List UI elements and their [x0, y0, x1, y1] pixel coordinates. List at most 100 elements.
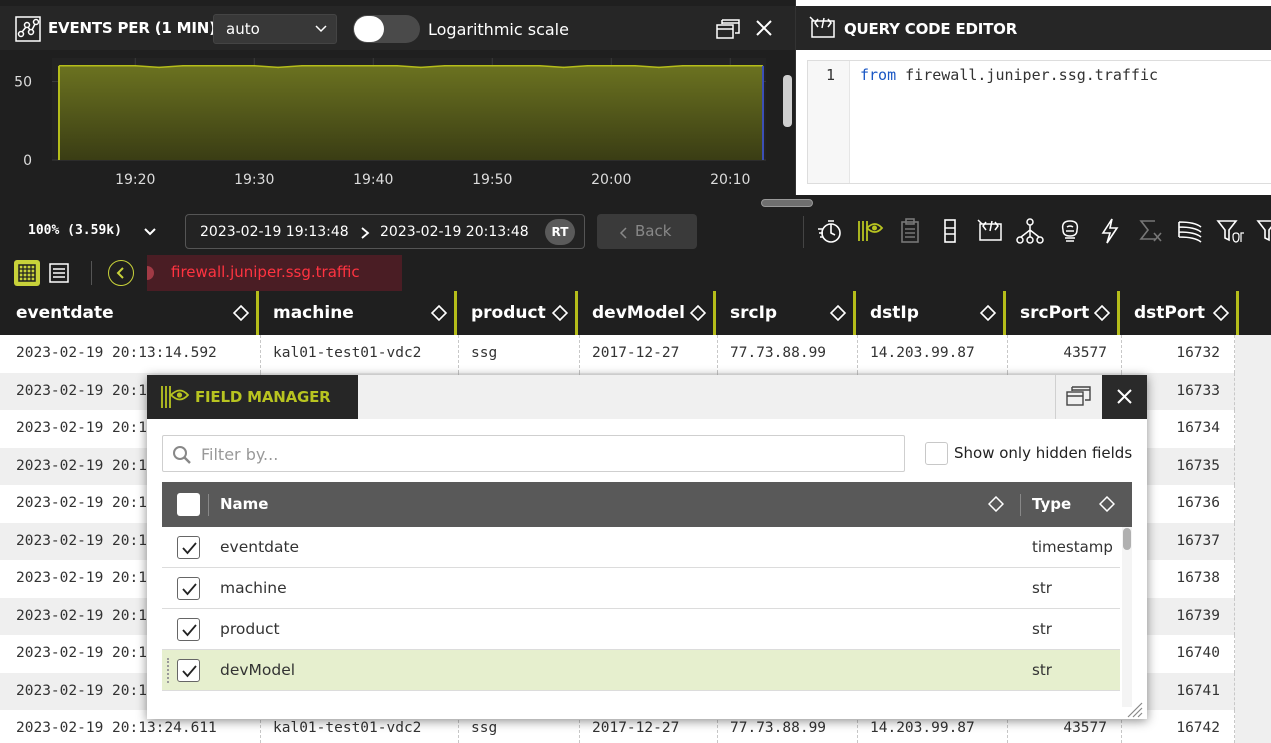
- brain-icon[interactable]: [1055, 216, 1085, 246]
- cell-dstport[interactable]: 16732: [1122, 335, 1235, 373]
- close-button[interactable]: [1102, 375, 1147, 419]
- sort-icon[interactable]: [430, 304, 448, 327]
- drag-handle-icon[interactable]: [167, 658, 171, 683]
- clipboard-icon[interactable]: [895, 216, 925, 246]
- panel-splitter[interactable]: [0, 195, 1271, 209]
- sort-icon[interactable]: [232, 304, 250, 327]
- field-checkbox[interactable]: [177, 577, 200, 600]
- field-checkbox[interactable]: [177, 659, 200, 682]
- splitter-grip[interactable]: [761, 199, 813, 207]
- code-line[interactable]: from firewall.juniper.ssg.traffic: [860, 66, 1158, 84]
- sort-icon[interactable]: [1093, 304, 1111, 327]
- filter-icon[interactable]: [1255, 216, 1271, 246]
- cell-srcip[interactable]: 77.73.88.99: [718, 335, 858, 373]
- field-row[interactable]: machine str: [162, 568, 1120, 609]
- chart-title: EVENTS PER (1 MIN): [48, 19, 216, 37]
- field-row[interactable]: product str: [162, 609, 1120, 650]
- realtime-button[interactable]: RT: [545, 219, 575, 245]
- field-row[interactable]: eventdate timestamp: [162, 527, 1120, 568]
- dialog-titlebar[interactable]: FIELD MANAGER: [147, 375, 1147, 419]
- column-header-devmodel[interactable]: devModel: [580, 291, 716, 335]
- field-manager-icon[interactable]: [855, 216, 885, 246]
- table-row[interactable]: 2023-02-19 20:13:14.592 kal01-test01-vdc2…: [0, 335, 1235, 373]
- type-column-header[interactable]: Type: [1032, 495, 1071, 513]
- sort-icon[interactable]: [829, 304, 847, 327]
- lightning-icon[interactable]: [1095, 216, 1125, 246]
- toolbar: 100% (3.59k) 2023-02-19 19:13:48 2023-02…: [0, 209, 1271, 255]
- field-checkbox[interactable]: [177, 536, 200, 559]
- sort-icon[interactable]: [1098, 495, 1116, 516]
- date-to[interactable]: 2023-02-19 20:13:48: [380, 224, 529, 240]
- field-row[interactable]: [162, 691, 1120, 707]
- column-header-dstip[interactable]: dstIp: [858, 291, 1006, 335]
- back-label: Back: [635, 222, 672, 240]
- events-chart-panel: EVENTS PER (1 MIN) auto Logarithmic scal…: [0, 0, 795, 195]
- sum-icon[interactable]: [1135, 216, 1165, 246]
- x-tick-label: 19:20: [115, 172, 155, 188]
- header-divider: [1020, 494, 1021, 516]
- sort-icon[interactable]: [987, 495, 1005, 516]
- filter-input[interactable]: [201, 441, 891, 467]
- window-icon[interactable]: [716, 18, 740, 44]
- checkmark-icon: [182, 665, 197, 678]
- query-tab[interactable]: firewall.juniper.ssg.traffic: [147, 255, 402, 291]
- grid-header: eventdate machine product devModel srcIp…: [0, 291, 1271, 335]
- show-hidden-checkbox[interactable]: [925, 442, 948, 465]
- cell-eventdate[interactable]: 2023-02-19 20:13:14.592: [0, 335, 261, 373]
- fields-list: eventdate timestamp machine str product str de…: [162, 527, 1120, 707]
- data-point: [634, 65, 636, 67]
- filter-or-icon[interactable]: [1215, 216, 1245, 246]
- date-from[interactable]: 2023-02-19 19:13:48: [200, 224, 349, 240]
- interval-select[interactable]: auto: [213, 14, 337, 44]
- cell-dstip[interactable]: 14.203.99.87: [858, 335, 1008, 373]
- tab-close-handle[interactable]: [147, 266, 154, 280]
- grid-view-button[interactable]: [14, 260, 40, 286]
- field-checkbox[interactable]: [177, 618, 200, 641]
- column-header-dstport[interactable]: dstPort: [1122, 291, 1239, 335]
- date-range-picker[interactable]: 2023-02-19 19:13:48 2023-02-19 20:13:48 …: [185, 214, 585, 249]
- code-editor[interactable]: 1 from firewall.juniper.ssg.traffic: [807, 60, 1271, 184]
- code-icon[interactable]: [975, 216, 1005, 246]
- show-hidden-label[interactable]: Show only hidden fields: [954, 444, 1132, 462]
- column-header-eventdate[interactable]: eventdate: [4, 291, 259, 335]
- zoom-selector[interactable]: 100% (3.59k): [28, 223, 122, 238]
- log-scale-toggle[interactable]: [353, 15, 420, 43]
- sort-icon[interactable]: [979, 304, 997, 327]
- timer-icon[interactable]: [815, 216, 845, 246]
- chevron-down-icon[interactable]: [143, 224, 157, 243]
- select-all-checkbox[interactable]: [177, 493, 200, 516]
- column-icon[interactable]: [935, 216, 965, 246]
- filter-input-wrapper[interactable]: [162, 435, 905, 472]
- resize-handle-icon[interactable]: [1122, 697, 1144, 723]
- data-point: [753, 65, 755, 67]
- back-button[interactable]: Back: [597, 214, 697, 249]
- column-header-machine[interactable]: machine: [261, 291, 457, 335]
- hierarchy-icon[interactable]: [1015, 216, 1045, 246]
- window-icon[interactable]: [1055, 375, 1102, 419]
- sort-icon[interactable]: [1212, 304, 1230, 327]
- toolbar-divider: [803, 216, 804, 248]
- close-icon[interactable]: [754, 18, 774, 42]
- y-tick-label: 50: [14, 75, 32, 91]
- column-header-srcport[interactable]: srcPort: [1008, 291, 1120, 335]
- fields-scrollbar[interactable]: [1122, 527, 1132, 707]
- x-tick-label: 19:30: [234, 172, 274, 188]
- name-column-header[interactable]: Name: [220, 495, 268, 513]
- list-view-button[interactable]: [46, 260, 72, 286]
- data-point: [420, 66, 422, 69]
- events-area-chart[interactable]: 0 50 19:20 19:30 19:40 19:50 20:00 20:10: [0, 50, 795, 195]
- cell-product[interactable]: ssg: [459, 335, 580, 373]
- scroll-thumb[interactable]: [1123, 528, 1131, 550]
- column-header-product[interactable]: product: [459, 291, 578, 335]
- sort-icon[interactable]: [689, 304, 707, 327]
- column-header-srcip[interactable]: srcIp: [718, 291, 856, 335]
- field-row[interactable]: devModel str: [162, 650, 1120, 691]
- data-point: [229, 65, 232, 67]
- sort-icon[interactable]: [551, 304, 569, 327]
- cell-devmodel[interactable]: 2017-12-27: [580, 335, 718, 373]
- cell-machine[interactable]: kal01-test01-vdc2: [261, 335, 459, 373]
- layers-icon[interactable]: [1175, 216, 1205, 246]
- cell-srcport[interactable]: 43577: [1008, 335, 1122, 373]
- tabs-back-button[interactable]: [108, 260, 134, 286]
- chart-scrollbar[interactable]: [783, 75, 792, 127]
